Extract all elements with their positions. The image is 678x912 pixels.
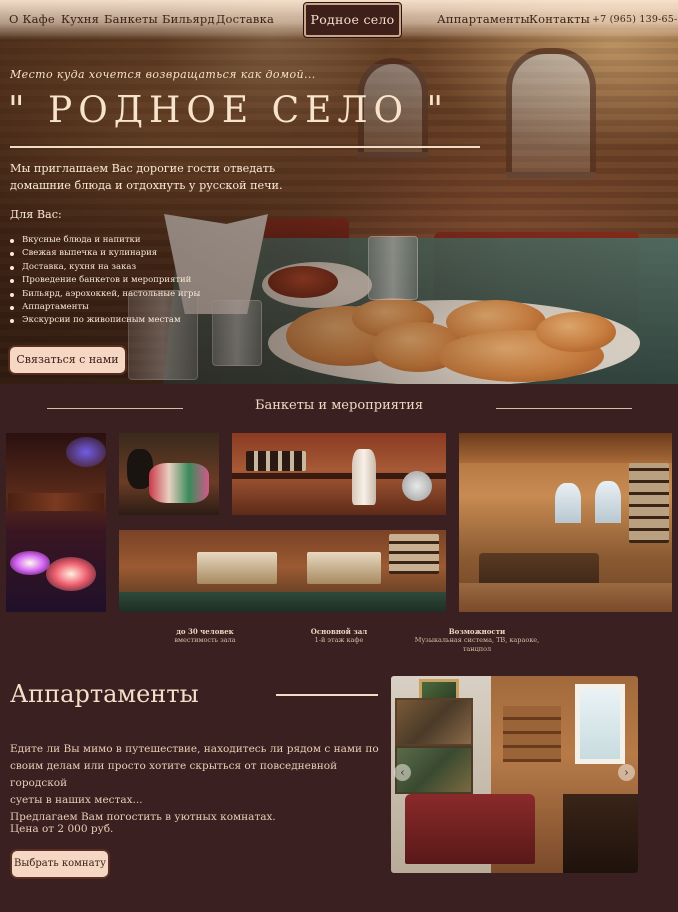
room-desk-photo [563, 794, 638, 873]
list-item: Проведение банкетов и мероприятий [10, 274, 200, 287]
stat-value: Возможности [448, 627, 506, 636]
nav-link-billiards[interactable]: Бильярд [162, 12, 215, 26]
room-tapestry-photo [395, 698, 473, 746]
hero-tagline: Место куда хочется возвращаться как домо… [10, 68, 316, 81]
stat-features: Возможности Музыкальная система, ТВ, кар… [412, 627, 542, 654]
list-item: Вкусные блюда и напитки [10, 234, 200, 247]
stat-capacity: до 30 человек вместимость зала [160, 627, 250, 645]
list-item: Экскурсии по живописным местам [10, 314, 200, 327]
hero-title: " РОДНОЕ СЕЛО " [8, 90, 450, 131]
apartments-description: Едите ли Вы мимо в путешествие, находите… [10, 741, 380, 826]
apartments-divider [276, 694, 378, 696]
hero-intro: Мы приглашаем Вас дорогие гости отведать… [10, 162, 283, 192]
section-divider-right [496, 408, 632, 409]
perks-heading: Для Вас: [10, 208, 62, 221]
room-bed-photo [405, 794, 535, 864]
apartments-title: Аппартаменты [10, 680, 199, 708]
banquets-title: Банкеты и мероприятия [254, 398, 424, 413]
stat-value: до 30 человек [176, 627, 234, 636]
list-item: Бильярд, аэрохоккей, настольные игры [10, 288, 200, 301]
nav-link-apartments[interactable]: Аппартаменты [437, 12, 530, 26]
gallery-photo-main-hall[interactable] [459, 433, 672, 612]
room-window-photo [575, 684, 625, 764]
description-line: Едите ли Вы мимо в путешествие, находите… [10, 743, 379, 755]
stat-value: Основной зал [310, 627, 368, 636]
description-line: своим делам или просто хотите скрыться о… [10, 760, 338, 789]
stat-label: вместимость зала [174, 636, 236, 644]
contact-button[interactable]: Связаться с нами [10, 347, 125, 373]
nav-link-banquets[interactable]: Банкеты [104, 12, 158, 26]
list-item: Доставка, кухня на заказ [10, 261, 200, 274]
carousel-prev-button[interactable]: ‹ [394, 764, 411, 781]
site-logo[interactable]: Родное село [303, 2, 402, 38]
room-shelf-photo [503, 706, 561, 762]
gallery-photo-dance-hall[interactable] [6, 433, 106, 612]
hero-banner: Место куда хочется возвращаться как домо… [0, 0, 678, 384]
nav-link-about[interactable]: О Кафе [9, 12, 55, 26]
nav-link-kitchen[interactable]: Кухня [61, 12, 99, 26]
gallery-photo-banquet-tables[interactable] [119, 530, 446, 612]
perks-list: Вкусные блюда и напитки Свежая выпечка и… [10, 234, 200, 328]
list-item: Свежая выпечка и кулинария [10, 247, 200, 260]
nav-link-contacts[interactable]: Контакты [529, 12, 590, 26]
gallery-photo-bar-shelf[interactable] [232, 433, 446, 515]
top-navigation: О Кафе Кухня Банкеты Бильярд Доставка Ро… [0, 0, 678, 40]
list-item: Аппартаменты [10, 301, 200, 314]
choose-room-button[interactable]: Выбрать комнату [12, 851, 108, 877]
carousel-next-button[interactable]: › [618, 764, 635, 781]
apartments-price: Цена от 2 000 руб. [10, 823, 114, 835]
stat-hall: Основной зал 1-й этаж кафе [294, 627, 384, 645]
logo-text: Родное село [310, 12, 395, 27]
stat-label: Музыкальная система, ТВ, караоке, танцпо… [414, 636, 540, 653]
apartment-carousel: ‹ › [391, 676, 638, 873]
gallery-photo-guests[interactable] [119, 433, 219, 515]
description-line: суеты в наших местах... [10, 794, 143, 806]
phone-number[interactable]: +7 (965) 139-65-55 [592, 14, 678, 25]
title-divider [10, 146, 480, 148]
nav-link-delivery[interactable]: Доставка [216, 12, 274, 26]
stat-label: 1-й этаж кафе [314, 636, 364, 644]
